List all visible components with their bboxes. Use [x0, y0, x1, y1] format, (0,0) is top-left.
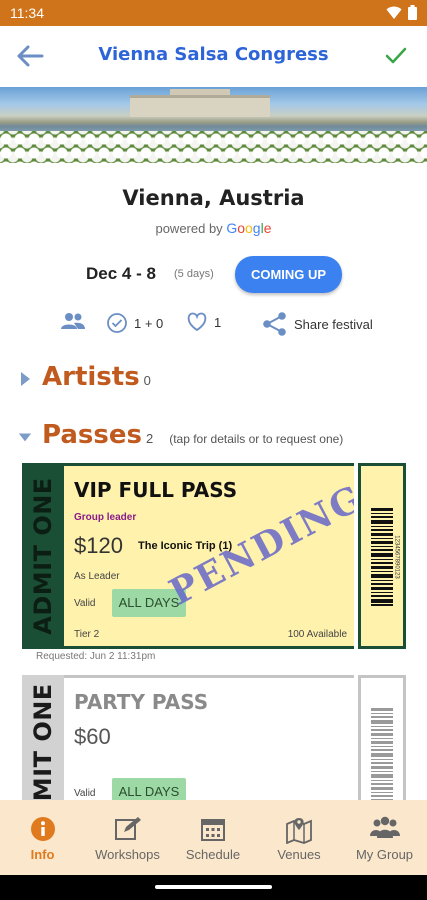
palace-shape [130, 95, 270, 117]
stats-row: 1 + 0 1 Share festival [0, 312, 427, 340]
section-title: Artists [42, 362, 140, 392]
event-duration: (5 days) [174, 268, 214, 280]
battery-icon [408, 5, 417, 20]
powered-by-label: powered by [155, 221, 223, 236]
ticket-stub: ADMIT ONE [22, 463, 64, 649]
ticket-stub: ADMIT ONE [22, 675, 64, 841]
section-count: 2 [145, 431, 154, 446]
admit-one-label: ADMIT ONE [29, 477, 57, 635]
checked-in-count: 1 + 0 [134, 315, 164, 331]
ticket-body: PARTY PASS $60 Valid ALL DAYS [64, 675, 360, 815]
pass-role: Group leader [74, 512, 137, 523]
date-row: Dec 4 - 8 (5 days) COMING UP [0, 255, 427, 295]
app-bar: Vienna Salsa Congress [0, 26, 427, 86]
ticket-body: VIP FULL PASS Group leader $120 The Icon… [64, 463, 371, 649]
valid-label: Valid [74, 598, 96, 609]
google-letter: e [263, 220, 272, 236]
flowers-shape [0, 131, 427, 163]
request-timestamp: Requested: Jun 2 11:31pm [36, 651, 156, 662]
attendees-stat[interactable] [60, 312, 86, 330]
bottom-navigation: Info Workshops Schedule Venues My Group [0, 800, 427, 875]
section-count: 0 [143, 373, 151, 388]
likes-stat[interactable]: 1 [186, 312, 221, 332]
barcode-icon [371, 508, 393, 606]
checked-in-stat[interactable]: 1 + 0 [106, 312, 163, 334]
passes-section-header[interactable]: Passes 2 (tap for details or to request … [18, 420, 343, 454]
section-hint: (tap for details or to request one) [169, 432, 344, 446]
system-navigation-bar [0, 875, 427, 900]
nav-label: Info [30, 847, 55, 862]
barcode-icon [371, 708, 393, 806]
pass-available: 100 Available [287, 629, 347, 640]
wifi-icon [386, 6, 402, 19]
page-title: Vienna Salsa Congress [98, 44, 329, 65]
pass-ticket[interactable]: ADMIT ONE PARTY PASS $60 Valid ALL DAYS [22, 675, 406, 841]
people-icon [61, 313, 85, 329]
info-icon [30, 817, 55, 841]
nav-label: Venues [277, 847, 321, 862]
nav-label: Schedule [185, 847, 241, 862]
valid-label: Valid [74, 788, 96, 799]
pass-tier: Tier 2 [74, 629, 100, 640]
expand-right-icon [21, 372, 30, 386]
section-title: Passes [42, 420, 142, 450]
share-festival-button[interactable]: Share festival [262, 312, 373, 336]
edit-icon [114, 817, 141, 840]
pass-ticket[interactable]: ADMIT ONE VIP FULL PASS Group leader $12… [22, 463, 406, 649]
google-letter: o [237, 220, 245, 236]
check-circle-icon [107, 313, 127, 333]
pass-price: $60 [74, 724, 111, 749]
share-icon [263, 312, 286, 336]
pass-name: PARTY PASS [74, 690, 209, 714]
event-location: Vienna, Austria [122, 186, 305, 210]
collapse-down-icon [18, 433, 32, 442]
ticket-barcode-area: 1234567890123 [358, 463, 406, 649]
pass-name: VIP FULL PASS [74, 478, 238, 502]
powered-by-google: powered by Google [0, 220, 427, 236]
likes-count: 1 [214, 314, 222, 330]
map-icon [286, 818, 312, 844]
pass-as-role: As Leader [74, 571, 120, 582]
status-bar: 11:34 [0, 0, 427, 26]
event-banner-image [0, 87, 427, 163]
nav-label: Workshops [95, 847, 160, 862]
share-label: Share festival [294, 316, 373, 332]
calendar-icon [201, 819, 225, 841]
status-time: 11:34 [10, 5, 44, 21]
nav-tab-workshops[interactable]: Workshops [85, 800, 170, 875]
nav-tab-venues[interactable]: Venues [256, 800, 342, 875]
check-icon[interactable] [383, 42, 409, 68]
nav-tab-my-group[interactable]: My Group [342, 800, 427, 875]
heart-icon [187, 312, 207, 332]
group-icon [369, 816, 400, 838]
barcode-number: 1234567890123 [393, 535, 400, 579]
google-logo: Google [226, 220, 272, 236]
google-letter: G [226, 220, 238, 236]
screen: 11:34 Vienna Salsa Congress Vienna, Aust… [0, 0, 427, 900]
home-gesture-bar[interactable] [155, 885, 272, 889]
ticket-barcode-area [358, 675, 406, 815]
google-letter: g [252, 220, 261, 236]
pass-price: $120 [74, 533, 123, 558]
nav-tab-info[interactable]: Info [0, 800, 85, 875]
google-letter: o [245, 220, 253, 236]
back-arrow-icon[interactable] [14, 42, 46, 70]
coming-up-button[interactable]: COMING UP [235, 256, 342, 293]
event-dates: Dec 4 - 8 [86, 264, 156, 283]
status-icons [386, 5, 417, 20]
nav-label: My Group [355, 847, 414, 862]
artists-section-header[interactable]: Artists 0 [18, 362, 151, 396]
nav-tab-schedule[interactable]: Schedule [170, 800, 256, 875]
